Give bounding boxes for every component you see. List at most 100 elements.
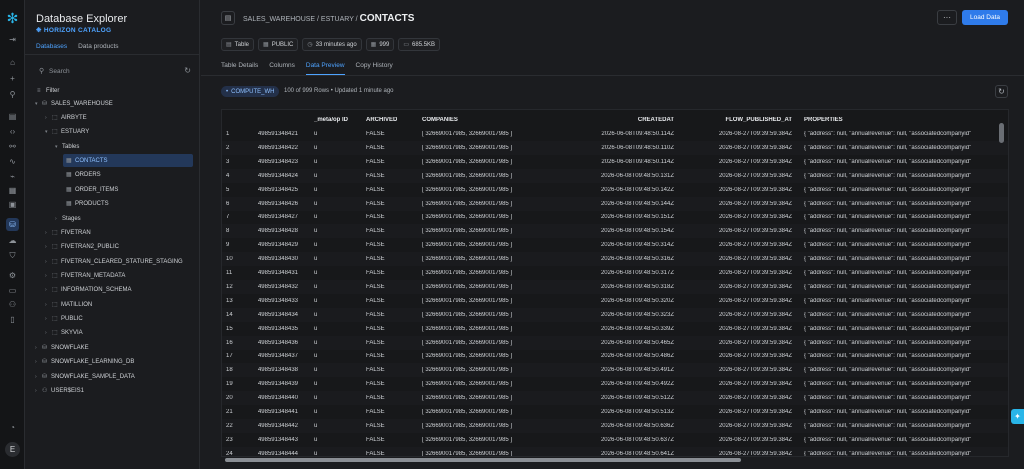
- cell-createdat[interactable]: 2026-06-08T09:48:50.142Z: [582, 187, 674, 193]
- cell-properties[interactable]: { "address": null, "annualrevenue": null…: [804, 284, 1004, 290]
- settings-icon[interactable]: ⚙: [6, 269, 19, 282]
- table-row[interactable]: 10 498591348430 u FALSE[ 326690017985, 3266…: [222, 252, 1008, 267]
- cell-archived[interactable]: FALSE: [366, 395, 406, 401]
- cell-flow-published-at[interactable]: 2026-08-27T09:39:59.384Z: [682, 395, 792, 401]
- avatar[interactable]: E: [5, 442, 20, 457]
- cell-companies[interactable]: [ 326690017985, 326690017985 ]: [422, 367, 572, 373]
- table-row[interactable]: 7 498591348427 u FALSE[ 326690017985, 32669…: [222, 210, 1008, 224]
- table-row[interactable]: 16 498591348436 u FALSE[ 326690017985, 3266…: [222, 335, 1008, 350]
- cell-id[interactable]: 498591348430: [242, 256, 298, 262]
- cell-id[interactable]: 498591348425: [242, 187, 298, 193]
- cell-meta-op[interactable]: u: [314, 340, 354, 346]
- cell-archived[interactable]: FALSE: [366, 298, 406, 304]
- cell-meta-op[interactable]: u: [314, 242, 354, 248]
- share-icon[interactable]: ⚯: [6, 140, 19, 153]
- cell-flow-published-at[interactable]: 2026-08-27T09:39:59.384Z: [682, 145, 792, 151]
- cell-properties[interactable]: { "address": null, "annualrevenue": null…: [804, 242, 1004, 248]
- cell-id[interactable]: 498591348443: [242, 437, 298, 443]
- cell-meta-op[interactable]: u: [314, 395, 354, 401]
- cell-properties[interactable]: { "address": null, "annualrevenue": null…: [804, 270, 1004, 276]
- cell-createdat[interactable]: 2026-06-08T09:48:50.323Z: [582, 312, 674, 318]
- cell-id[interactable]: 498591348444: [242, 451, 298, 456]
- cell-flow-published-at[interactable]: 2026-08-27T09:39:59.384Z: [682, 381, 792, 387]
- table-row[interactable]: 6 498591348426 u FALSE[ 326690017985, 32669…: [222, 196, 1008, 211]
- table-row[interactable]: 5 498591348425 u FALSE[ 326690017985, 32669…: [222, 183, 1008, 197]
- cell-id[interactable]: 498591348440: [242, 395, 298, 401]
- tree-item-sales-warehouse[interactable]: ▾ ⛁ SALES_WAREHOUSE: [35, 97, 113, 110]
- cell-meta-op[interactable]: u: [314, 353, 354, 359]
- search-input[interactable]: ⚲ Search ↻: [35, 65, 193, 79]
- table-row[interactable]: 21 498591348441 u FALSE[ 326690017985, 3266…: [222, 405, 1008, 419]
- cell-companies[interactable]: [ 326690017985, 326690017985 ]: [422, 409, 572, 415]
- cell-createdat[interactable]: 2026-06-08T09:48:50.339Z: [582, 326, 674, 332]
- cell-companies[interactable]: [ 326690017985, 326690017985 ]: [422, 437, 572, 443]
- cell-id[interactable]: 498591348442: [242, 423, 298, 429]
- table-row[interactable]: 18 498591348438 u FALSE[ 326690017985, 3266…: [222, 363, 1008, 378]
- cell-companies[interactable]: [ 326690017985, 326690017985 ]: [422, 201, 572, 207]
- breadcrumb-path[interactable]: SALES_WAREHOUSE / ESTUARY /: [243, 16, 358, 23]
- table-row[interactable]: 14 498591348434 u FALSE[ 326690017985, 3266…: [222, 307, 1008, 322]
- cell-properties[interactable]: { "address": null, "annualrevenue": null…: [804, 381, 1004, 387]
- cell-companies[interactable]: [ 326690017985, 326690017985 ]: [422, 228, 572, 234]
- tree-item-skyvia[interactable]: › ⬚ SKYVIA: [45, 326, 83, 339]
- cell-properties[interactable]: { "address": null, "annualrevenue": null…: [804, 340, 1004, 346]
- cell-archived[interactable]: FALSE: [366, 423, 406, 429]
- cell-meta-op[interactable]: u: [314, 312, 354, 318]
- cell-meta-op[interactable]: u: [314, 201, 354, 207]
- cell-flow-published-at[interactable]: 2026-08-27T09:39:59.384Z: [682, 353, 792, 359]
- cell-id[interactable]: 498591348429: [242, 242, 298, 248]
- cell-id[interactable]: 498591348428: [242, 228, 298, 234]
- table-row[interactable]: 3 498591348423 u FALSE[ 326690017985, 32669…: [222, 155, 1008, 169]
- cell-archived[interactable]: FALSE: [366, 187, 406, 193]
- table-row[interactable]: 9 498591348429 u FALSE[ 326690017985, 32669…: [222, 238, 1008, 252]
- column-header-companies[interactable]: COMPANIES: [422, 117, 458, 123]
- cell-createdat[interactable]: 2026-06-08T09:48:50.114Z: [582, 131, 674, 137]
- cell-companies[interactable]: [ 326690017985, 326690017985 ]: [422, 381, 572, 387]
- tree-item-airbyte[interactable]: › ⬚ AIRBYTE: [45, 111, 87, 124]
- cell-flow-published-at[interactable]: 2026-08-27T09:39:59.384Z: [682, 409, 792, 415]
- cell-id[interactable]: 498591348426: [242, 201, 298, 207]
- cell-meta-op[interactable]: u: [314, 173, 354, 179]
- tree-item-user-db[interactable]: › ⚇ USER$EIS1: [35, 384, 84, 397]
- refresh-button[interactable]: ↻: [995, 85, 1008, 98]
- cell-id[interactable]: 498591348438: [242, 367, 298, 373]
- cell-companies[interactable]: [ 326690017985, 326690017985 ]: [422, 298, 572, 304]
- tab-columns[interactable]: Columns: [269, 62, 295, 75]
- cell-flow-published-at[interactable]: 2026-08-27T09:39:59.384Z: [682, 340, 792, 346]
- cell-createdat[interactable]: 2026-06-08T09:48:50.637Z: [582, 437, 674, 443]
- cell-properties[interactable]: { "address": null, "annualrevenue": null…: [804, 145, 1004, 151]
- cell-meta-op[interactable]: u: [314, 256, 354, 262]
- table-row[interactable]: 24 498591348444 u FALSE[ 326690017985, 3266…: [222, 446, 1008, 456]
- cell-createdat[interactable]: 2026-06-08T09:48:50.114Z: [582, 159, 674, 165]
- cell-archived[interactable]: FALSE: [366, 228, 406, 234]
- cell-companies[interactable]: [ 326690017985, 326690017985 ]: [422, 270, 572, 276]
- cell-properties[interactable]: { "address": null, "annualrevenue": null…: [804, 131, 1004, 137]
- cell-id[interactable]: 498591348424: [242, 173, 298, 179]
- cell-createdat[interactable]: 2026-06-08T09:48:50.491Z: [582, 367, 674, 373]
- column-header-createdat[interactable]: CREATEDAT: [582, 117, 674, 123]
- cell-meta-op[interactable]: u: [314, 145, 354, 151]
- cell-companies[interactable]: [ 326690017985, 326690017985 ]: [422, 326, 572, 332]
- tree-item-fivetran[interactable]: › ⬚ FIVETRAN: [45, 226, 91, 239]
- cell-archived[interactable]: FALSE: [366, 409, 406, 415]
- cell-createdat[interactable]: 2026-06-08T09:48:50.314Z: [582, 242, 674, 248]
- cell-meta-op[interactable]: u: [314, 131, 354, 137]
- document-icon[interactable]: ▯: [6, 313, 19, 326]
- cell-companies[interactable]: [ 326690017985, 326690017985 ]: [422, 173, 572, 179]
- cell-meta-op[interactable]: u: [314, 409, 354, 415]
- search-icon[interactable]: ⚲: [6, 88, 19, 101]
- cell-meta-op[interactable]: u: [314, 270, 354, 276]
- cell-archived[interactable]: FALSE: [366, 353, 406, 359]
- snowflake-logo-icon[interactable]: ✻: [5, 11, 20, 26]
- cell-archived[interactable]: FALSE: [366, 173, 406, 179]
- cloud-icon[interactable]: ☁: [6, 234, 19, 247]
- column-header-meta-op[interactable]: _meta/op: [314, 117, 340, 123]
- cell-companies[interactable]: [ 326690017985, 326690017985 ]: [422, 145, 572, 151]
- cell-properties[interactable]: { "address": null, "annualrevenue": null…: [804, 228, 1004, 234]
- cell-flow-published-at[interactable]: 2026-08-27T09:39:59.384Z: [682, 451, 792, 456]
- cell-createdat[interactable]: 2026-06-08T09:48:50.151Z: [582, 214, 674, 220]
- cell-meta-op[interactable]: u: [314, 451, 354, 456]
- cell-createdat[interactable]: 2026-06-08T09:48:50.131Z: [582, 173, 674, 179]
- cell-companies[interactable]: [ 326690017985, 326690017985 ]: [422, 214, 572, 220]
- cell-companies[interactable]: [ 326690017985, 326690017985 ]: [422, 312, 572, 318]
